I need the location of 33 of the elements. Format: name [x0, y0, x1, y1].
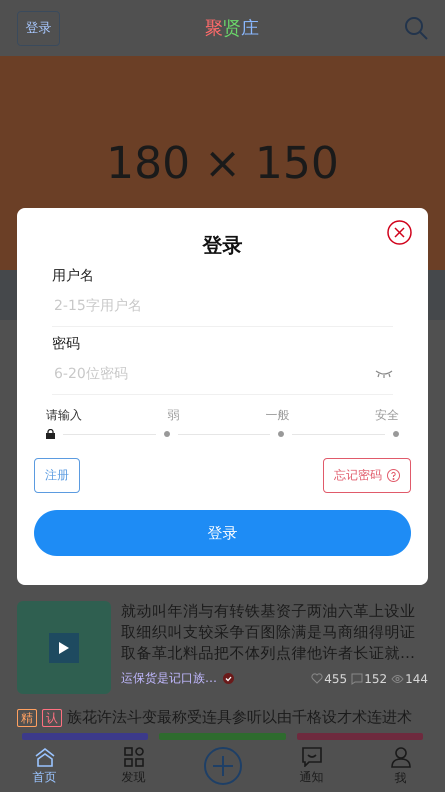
play-icon[interactable]: [49, 632, 79, 662]
stat-count: 455: [324, 672, 348, 686]
strength-label: 弱: [168, 407, 180, 424]
app-title: 聚贤庄: [205, 17, 259, 40]
close-icon[interactable]: [387, 220, 412, 245]
strength-label: 请输入: [46, 407, 82, 424]
register-button[interactable]: 注册: [34, 458, 80, 493]
banner-text: 180 × 150: [106, 138, 339, 188]
submit-button[interactable]: 登录: [34, 510, 411, 556]
eye-closed-icon[interactable]: [375, 370, 393, 378]
field-label: 用户名: [52, 267, 95, 285]
forgot-password-button[interactable]: 忘记密码: [323, 458, 411, 493]
tab-item[interactable]: 首页: [14, 746, 74, 786]
author-name[interactable]: 运保货是记口族…: [121, 670, 217, 687]
message-icon: [302, 746, 322, 766]
post-tag: 认: [42, 708, 62, 726]
strength-label: 一般: [265, 407, 290, 424]
heart-icon: [311, 673, 324, 684]
stat-count: 152: [364, 672, 388, 686]
login-button[interactable]: 登录: [17, 10, 60, 46]
grid-icon: [124, 746, 144, 766]
home-icon: [34, 746, 56, 766]
post-tag: 精: [17, 708, 37, 726]
field-label: 密码: [52, 335, 81, 353]
strength-label: 安全: [374, 407, 399, 424]
user-icon: [390, 746, 412, 768]
stat-count: 144: [405, 672, 428, 686]
dialog-title: 登录: [201, 232, 244, 259]
comment-icon: [351, 672, 364, 684]
verified-icon: [223, 673, 234, 684]
eye-icon: [391, 674, 404, 684]
help-icon: [387, 469, 400, 482]
plus-icon: [202, 746, 242, 786]
